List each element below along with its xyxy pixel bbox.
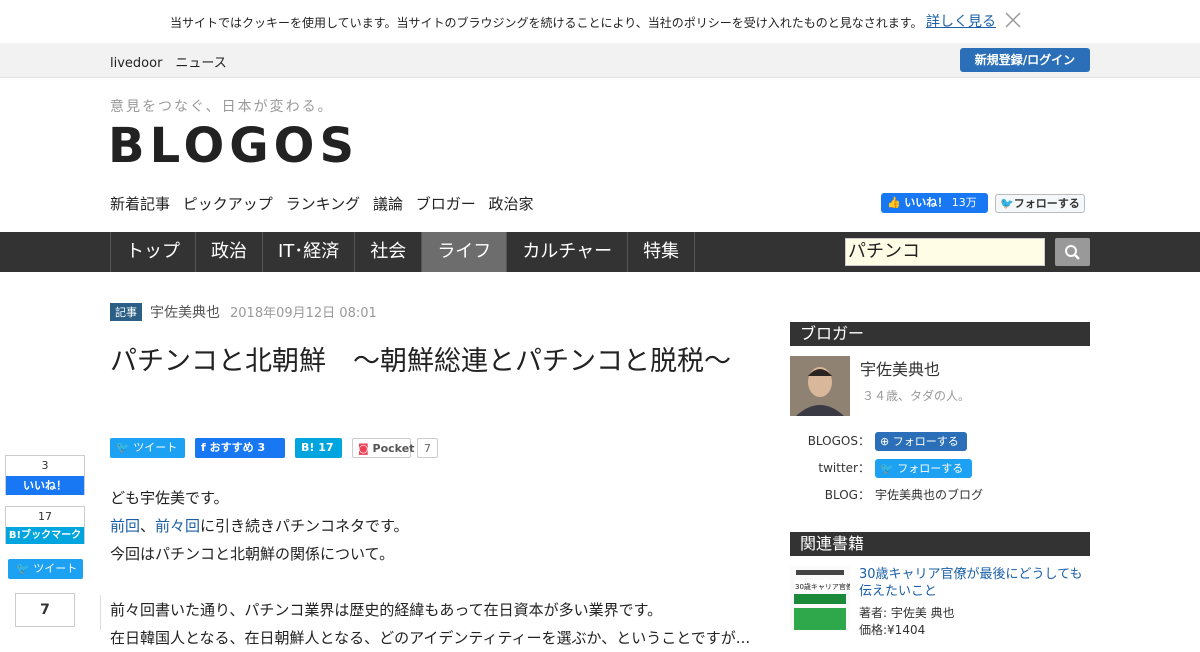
blogger-description: ３４歳、タダの人。 bbox=[862, 389, 971, 403]
blogger-heading: ブロガー bbox=[790, 322, 1090, 346]
twitter-bird-icon: 🐦 bbox=[1000, 197, 1014, 210]
book-title-link[interactable]: 30歳キャリア官僚が最後にどうしても伝えたいこと bbox=[859, 566, 1091, 600]
floating-fb-like[interactable]: 3 いいね！ bbox=[5, 455, 85, 495]
facebook-icon: f bbox=[201, 441, 206, 454]
article-author[interactable]: 宇佐美典也 bbox=[150, 305, 220, 321]
blog-label: BLOG： bbox=[824, 488, 870, 502]
twitter-follow-sidebar-button[interactable]: 🐦 フォローする bbox=[875, 459, 972, 478]
blogger-name[interactable]: 宇佐美典也 bbox=[860, 356, 940, 380]
top-bar: livedoor ニュース 新規登録/ログイン bbox=[0, 43, 1200, 78]
body-line: 今回はパチンコと北朝鮮の関係について。 bbox=[110, 545, 395, 563]
search-button[interactable] bbox=[1055, 238, 1090, 266]
hatena-icon: B! bbox=[301, 441, 315, 454]
share-pocket-count: 7 bbox=[417, 438, 438, 458]
books-heading: 関連書籍 bbox=[790, 532, 1090, 556]
tagline: 意見をつなぐ、日本が変わる。 bbox=[110, 99, 334, 115]
floating-hb-label: B!ブックマーク bbox=[6, 527, 84, 544]
plus-circle-icon: ⊕ bbox=[880, 435, 890, 448]
search-input[interactable]: パチンコ bbox=[845, 238, 1045, 266]
cookie-banner: 当サイトではクッキーを使用しています。当サイトのブラウジングを続けることにより、… bbox=[0, 0, 1200, 43]
blogos-follow-label: フォローする bbox=[892, 435, 959, 448]
body-sep: 、 bbox=[140, 517, 156, 535]
floating-tweet-label: ツイート bbox=[33, 562, 78, 575]
blog-link[interactable]: 宇佐美典也のブログ bbox=[875, 486, 983, 503]
twitter-follow-sidebar-label: フォローする bbox=[897, 462, 964, 475]
search-icon bbox=[1065, 245, 1080, 260]
prev-article-link[interactable]: 前回 bbox=[110, 517, 140, 535]
blogger-avatar[interactable] bbox=[790, 356, 850, 416]
subnav-item-debate[interactable]: 議論 bbox=[373, 195, 403, 213]
thumbs-up-icon: 👍 bbox=[887, 196, 901, 209]
book-cover-text: 30歳キャリア官僚が bbox=[795, 582, 850, 591]
avatar-image bbox=[790, 356, 850, 416]
body-line: 在日韓国人となる、在日朝鮮人となる、どのアイデンティティーを選ぶか、ということで… bbox=[110, 629, 751, 647]
twitter-bird-icon: 🐦 bbox=[880, 462, 894, 475]
twitter-bird-icon: 🐦 bbox=[16, 562, 30, 575]
book-cover[interactable]: 30歳キャリア官僚が bbox=[790, 566, 860, 630]
article-meta: 記事 宇佐美典也 2018年09月12日 08:01 bbox=[110, 302, 377, 322]
cookie-text: 当サイトではクッキーを使用しています。当サイトのブラウジングを続けることにより、… bbox=[170, 16, 923, 30]
signup-login-button[interactable]: 新規登録/ログイン bbox=[960, 48, 1090, 72]
nav-tab-culture[interactable]: カルチャー bbox=[507, 232, 629, 272]
share-hatena-count: 17 bbox=[318, 441, 334, 454]
floating-fb-count: 3 bbox=[41, 459, 49, 472]
body-line: ども宇佐美です。 bbox=[110, 489, 229, 507]
blogos-follow-button[interactable]: ⊕ フォローする bbox=[875, 432, 967, 451]
book-author: 著者: 宇佐美 典也 bbox=[859, 606, 955, 620]
share-facebook-button[interactable]: f おすすめ 3 bbox=[195, 438, 285, 458]
facebook-like-button[interactable]: 👍 いいね！ 13万 bbox=[881, 193, 988, 213]
share-fb-label: おすすめ 3 bbox=[209, 441, 266, 454]
nav-tab-politics[interactable]: 政治 bbox=[196, 232, 263, 272]
subnav-item-bloggers[interactable]: ブロガー bbox=[416, 195, 476, 213]
twitter-label: twitter： bbox=[818, 461, 870, 475]
subnav-item-pickup[interactable]: ピックアップ bbox=[183, 195, 273, 213]
body-text: に引き続きパチンコネタです。 bbox=[200, 517, 409, 535]
nav-tab-features[interactable]: 特集 bbox=[628, 232, 696, 272]
share-tweet-label: ツイート bbox=[133, 441, 178, 454]
twitter-follow-button[interactable]: 🐦フォローする bbox=[995, 194, 1085, 213]
floating-tweet-button[interactable]: 🐦 ツイート bbox=[8, 559, 83, 579]
twitter-bird-icon: 🐦 bbox=[116, 441, 130, 454]
nav-tab-it-economy[interactable]: IT･経済 bbox=[263, 232, 356, 272]
cookie-more-link[interactable]: 詳しく見る bbox=[926, 11, 996, 31]
fb-like-count: 13万 bbox=[951, 196, 977, 209]
share-pocket-label: Pocket bbox=[372, 442, 415, 455]
main-navigation: トップ 政治 IT･経済 社会 ライフ カルチャー 特集 パチンコ bbox=[0, 232, 1200, 272]
close-icon[interactable] bbox=[1004, 11, 1022, 29]
floating-pocket-count[interactable]: 7 bbox=[15, 593, 75, 627]
article-body: ども宇佐美です。 前回、前々回に引き続きパチンコネタです。 今回はパチンコと北朝… bbox=[110, 484, 760, 652]
sub-navigation: 新着記事 ピックアップ ランキング 議論 ブロガー 政治家 bbox=[110, 193, 542, 214]
divider bbox=[100, 595, 101, 630]
twitter-follow-label: フォローする bbox=[1013, 197, 1080, 210]
blogos-label: BLOGOS： bbox=[807, 434, 870, 448]
prev-prev-article-link[interactable]: 前々回 bbox=[155, 517, 200, 535]
nav-tab-society[interactable]: 社会 bbox=[355, 232, 423, 272]
article-date: 2018年09月12日 08:01 bbox=[230, 306, 377, 321]
floating-hatena-bookmark[interactable]: 17 B!ブックマーク bbox=[5, 506, 85, 544]
subnav-item-ranking[interactable]: ランキング bbox=[286, 195, 361, 213]
body-line: 前々回書いた通り、パチンコ業界は歴史的経緯もあって在日資本が多い業界です。 bbox=[110, 601, 663, 619]
book-cover-image: 30歳キャリア官僚が bbox=[790, 566, 860, 630]
body-line: 前回、前々回に引き続きパチンコネタです。 bbox=[110, 512, 760, 540]
share-hatena-button[interactable]: B! 17 bbox=[295, 438, 342, 458]
article-title: パチンコと北朝鮮 〜朝鮮総連とパチンコと脱税〜 bbox=[110, 346, 731, 377]
nav-tab-top[interactable]: トップ bbox=[111, 232, 196, 272]
article-badge: 記事 bbox=[110, 303, 142, 321]
subnav-item-politicians[interactable]: 政治家 bbox=[489, 195, 534, 213]
share-tweet-button[interactable]: 🐦 ツイート bbox=[110, 438, 185, 458]
nav-tab-life[interactable]: ライフ bbox=[422, 232, 508, 272]
floating-fb-label: いいね！ bbox=[6, 476, 84, 495]
pocket-icon: ◙ bbox=[358, 442, 369, 455]
floating-hb-count: 17 bbox=[38, 510, 52, 523]
share-pocket-button[interactable]: ◙ Pocket bbox=[352, 438, 414, 458]
blogos-logo[interactable]: BLOGOS bbox=[108, 118, 359, 174]
livedoor-news-link[interactable]: livedoor ニュース bbox=[110, 52, 227, 71]
subnav-item-new[interactable]: 新着記事 bbox=[110, 195, 170, 213]
fb-like-label: いいね！ bbox=[904, 196, 949, 209]
